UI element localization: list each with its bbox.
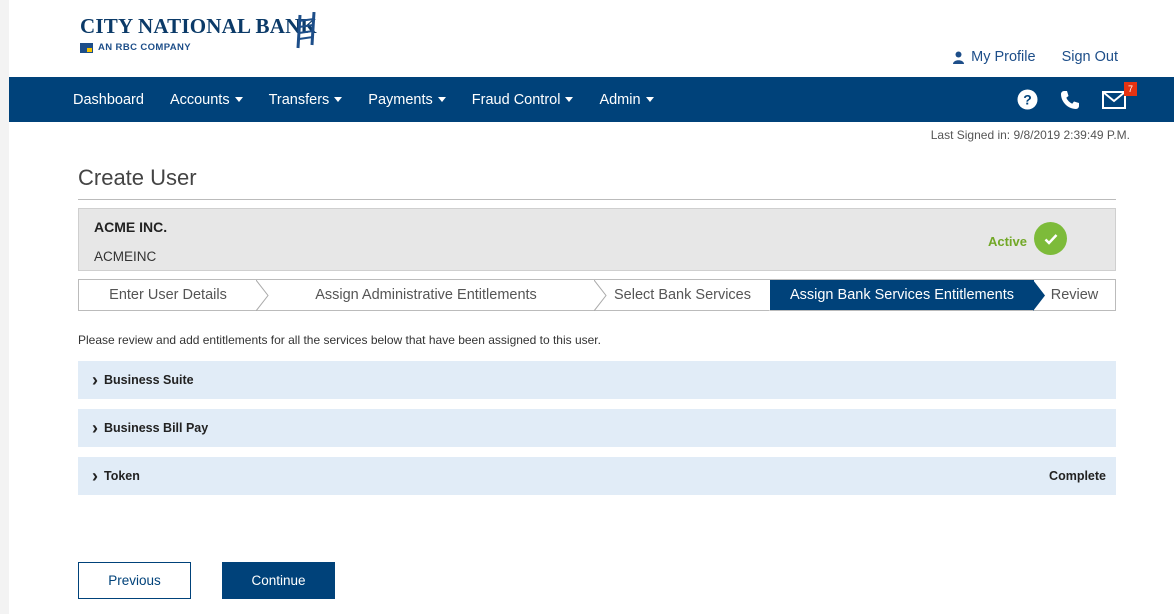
previous-button[interactable]: Previous — [78, 562, 191, 599]
user-icon — [953, 51, 965, 64]
ladder-logo-icon — [296, 12, 316, 49]
chevron-right-icon: › — [92, 466, 98, 486]
bank-logo[interactable]: CITY NATIONAL BANK AN RBC COMPANY — [80, 14, 317, 53]
nav-accounts[interactable]: Accounts — [170, 92, 243, 108]
nav-payments[interactable]: Payments — [368, 91, 446, 108]
nav-admin[interactable]: Admin — [599, 91, 654, 108]
mail-count-badge: 7 — [1124, 81, 1137, 96]
service-row-business-suite[interactable]: › Business Suite — [78, 361, 1116, 399]
caret-down-icon — [437, 97, 446, 102]
services-accordion: › Business Suite › Business Bill Pay › Token C… — [78, 361, 1116, 495]
step-label: Assign Bank Services Entitlements — [789, 287, 1015, 303]
svg-text:?: ? — [1023, 92, 1032, 108]
main-content: Create User ACME INC. ACMEINC Active Ent… — [78, 165, 1116, 505]
my-profile-link[interactable]: My Profile — [952, 49, 1036, 65]
last-signed-in: Last Signed in: 9/8/2019 2:39:49 P.M. — [930, 128, 1130, 142]
service-status: Complete — [1049, 469, 1106, 483]
company-panel: ACME INC. ACMEINC Active — [78, 208, 1116, 271]
sign-out-link[interactable]: Sign Out — [1062, 49, 1118, 65]
step-label: Select Bank Services — [613, 287, 751, 303]
service-label: Token — [104, 469, 140, 483]
nav-label: Transfers — [268, 91, 330, 108]
bank-name: CITY NATIONAL BANK — [80, 14, 317, 38]
chevron-right-icon: › — [92, 370, 98, 390]
step-5[interactable]: Review — [1034, 280, 1115, 310]
help-button[interactable]: ? — [1017, 89, 1038, 110]
main-navbar: Dashboard Accounts Transfers Payments Fraud … — [9, 77, 1174, 122]
chevron-right-icon: › — [92, 418, 98, 438]
mail-icon — [1102, 90, 1126, 109]
phone-button[interactable] — [1060, 90, 1080, 110]
nav-label: Admin — [599, 91, 641, 108]
form-buttons: Previous Continue — [78, 562, 335, 599]
step-3[interactable]: Select Bank Services — [595, 280, 770, 310]
continue-button[interactable]: Continue — [222, 562, 335, 599]
nav-label: Fraud Control — [471, 91, 561, 108]
nav-label: Dashboard — [73, 91, 144, 108]
service-label: Business Bill Pay — [104, 421, 209, 435]
nav-icons: ? 7 — [1017, 77, 1137, 122]
rbc-logo-icon — [80, 42, 93, 53]
service-label: Business Suite — [104, 373, 194, 387]
nav-label: Payments — [368, 91, 433, 108]
instructions-text: Please review and add entitlements for a… — [78, 333, 601, 347]
top-links: My Profile Sign Out — [952, 49, 1118, 65]
step-2[interactable]: Assign Administrative Entitlements — [257, 280, 595, 310]
caret-down-icon — [334, 97, 343, 102]
nav-fraud-control[interactable]: Fraud Control — [472, 92, 574, 108]
company-name: ACME INC. — [94, 219, 168, 235]
mail-button[interactable]: 7 — [1102, 81, 1137, 109]
caret-down-icon — [565, 97, 574, 102]
step-label: Review — [1050, 287, 1099, 303]
nav-dashboard[interactable]: Dashboard — [73, 92, 144, 108]
page-title: Create User — [78, 165, 1116, 200]
active-check-icon — [1034, 222, 1067, 255]
nav-label: Accounts — [169, 91, 230, 108]
sign-out-label: Sign Out — [1061, 49, 1118, 65]
bank-subtitle-text: AN RBC COMPANY — [98, 42, 192, 53]
status-badge: Active — [987, 234, 1027, 249]
bank-subtitle: AN RBC COMPANY — [80, 42, 317, 53]
help-icon: ? — [1017, 89, 1038, 110]
step-1[interactable]: Enter User Details — [79, 280, 257, 310]
header: CITY NATIONAL BANK AN RBC COMPANY My Pro… — [9, 0, 1174, 77]
service-row-token[interactable]: › Token Complete — [78, 457, 1116, 495]
my-profile-label: My Profile — [971, 49, 1036, 65]
caret-down-icon — [645, 97, 654, 102]
phone-icon — [1061, 90, 1079, 109]
nav-menu: Dashboard Accounts Transfers Payments Fraud … — [9, 92, 654, 108]
step-label: Assign Administrative Entitlements — [315, 287, 537, 303]
service-row-business-bill-pay[interactable]: › Business Bill Pay — [78, 409, 1116, 447]
step-label: Enter User Details — [109, 287, 227, 303]
step-4[interactable]: Assign Bank Services Entitlements — [770, 280, 1034, 310]
caret-down-icon — [234, 97, 243, 102]
nav-transfers[interactable]: Transfers — [269, 92, 343, 108]
page: CITY NATIONAL BANK AN RBC COMPANY My Pro… — [9, 0, 1174, 614]
wizard-steps: Enter User Details Assign Administrative … — [78, 279, 1116, 311]
company-id: ACMEINC — [94, 249, 157, 264]
